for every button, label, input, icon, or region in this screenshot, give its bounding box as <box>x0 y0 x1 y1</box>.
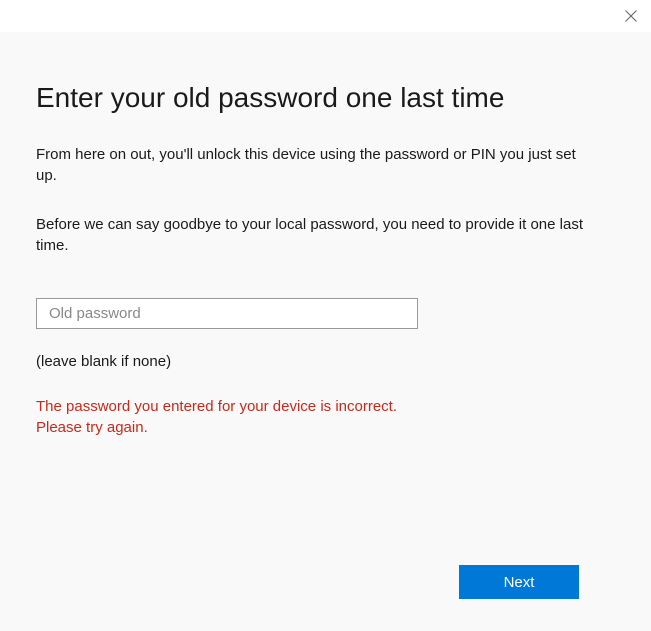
description-paragraph-2: Before we can say goodbye to your local … <box>36 214 586 256</box>
close-icon[interactable] <box>625 10 637 22</box>
next-button[interactable]: Next <box>459 565 579 599</box>
page-title: Enter your old password one last time <box>36 80 615 116</box>
error-line-2: Please try again. <box>36 417 615 438</box>
description-paragraph-1: From here on out, you'll unlock this dev… <box>36 144 576 186</box>
titlebar <box>0 0 651 32</box>
hint-text: (leave blank if none) <box>36 353 615 370</box>
footer: Next <box>459 565 579 599</box>
error-message: The password you entered for your device… <box>36 396 615 438</box>
old-password-input[interactable] <box>36 298 418 329</box>
content-area: Enter your old password one last time Fr… <box>0 32 651 631</box>
error-line-1: The password you entered for your device… <box>36 396 615 417</box>
